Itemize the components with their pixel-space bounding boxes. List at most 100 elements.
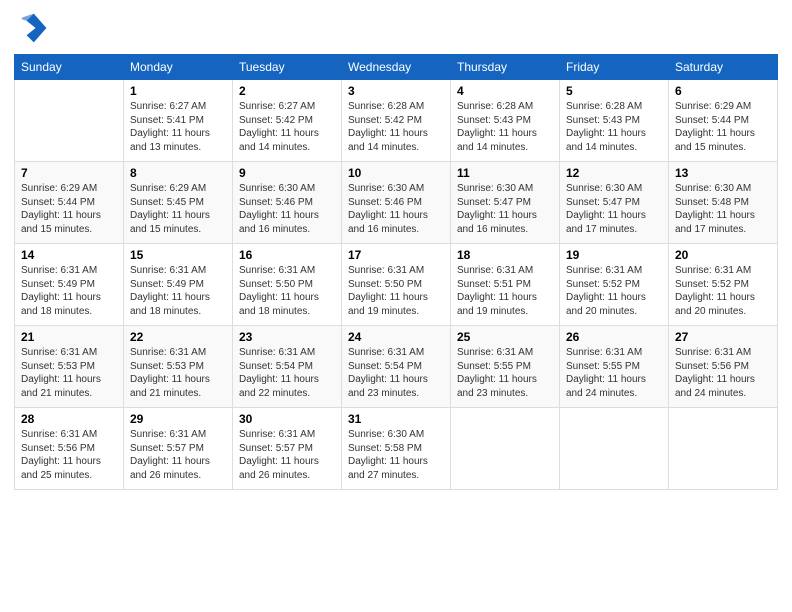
calendar-table: SundayMondayTuesdayWednesdayThursdayFrid… [14, 54, 778, 490]
cell-info: Sunrise: 6:30 AMSunset: 5:48 PMDaylight:… [675, 182, 771, 236]
day-number: 28 [21, 412, 117, 426]
cell-info: Sunrise: 6:31 AMSunset: 5:53 PMDaylight:… [21, 346, 117, 400]
cell-info: Sunrise: 6:31 AMSunset: 5:57 PMDaylight:… [239, 428, 335, 482]
calendar-row: 14 Sunrise: 6:31 AMSunset: 5:49 PMDayligh… [15, 244, 778, 326]
calendar-cell: 30 Sunrise: 6:31 AMSunset: 5:57 PMDayligh… [233, 408, 342, 490]
cell-info: Sunrise: 6:29 AMSunset: 5:44 PMDaylight:… [21, 182, 117, 236]
cell-info: Sunrise: 6:29 AMSunset: 5:45 PMDaylight:… [130, 182, 226, 236]
col-header-monday: Monday [124, 55, 233, 80]
header [14, 10, 778, 46]
day-number: 23 [239, 330, 335, 344]
day-number: 24 [348, 330, 444, 344]
calendar-cell [451, 408, 560, 490]
cell-info: Sunrise: 6:31 AMSunset: 5:50 PMDaylight:… [239, 264, 335, 318]
calendar-cell: 17Sunrise: 6:31 AMSunset: 5:50 PMDayligh… [342, 244, 451, 326]
day-number: 25 [457, 330, 553, 344]
cell-info: Sunrise: 6:30 AMSunset: 5:47 PMDaylight:… [566, 182, 662, 236]
col-header-saturday: Saturday [669, 55, 778, 80]
calendar-cell: 26 Sunrise: 6:31 AMSunset: 5:55 PMDayligh… [560, 326, 669, 408]
day-number: 5 [566, 84, 662, 98]
cell-info: Sunrise: 6:31 AMSunset: 5:49 PMDaylight:… [130, 264, 226, 318]
cell-info: Sunrise: 6:31 AMSunset: 5:57 PMDaylight:… [130, 428, 226, 482]
cell-info: Sunrise: 6:30 AMSunset: 5:47 PMDaylight:… [457, 182, 553, 236]
calendar-cell: 28 Sunrise: 6:31 AMSunset: 5:56 PMDayligh… [15, 408, 124, 490]
day-number: 8 [130, 166, 226, 180]
cell-info: Sunrise: 6:30 AMSunset: 5:58 PMDaylight:… [348, 428, 444, 482]
calendar-cell: 16 Sunrise: 6:31 AMSunset: 5:50 PMDayligh… [233, 244, 342, 326]
cell-info: Sunrise: 6:29 AMSunset: 5:44 PMDaylight:… [675, 100, 771, 154]
day-number: 4 [457, 84, 553, 98]
cell-info: Sunrise: 6:31 AMSunset: 5:53 PMDaylight:… [130, 346, 226, 400]
day-number: 31 [348, 412, 444, 426]
calendar-row: 21 Sunrise: 6:31 AMSunset: 5:53 PMDayligh… [15, 326, 778, 408]
day-number: 14 [21, 248, 117, 262]
day-number: 21 [21, 330, 117, 344]
day-number: 6 [675, 84, 771, 98]
cell-info: Sunrise: 6:30 AMSunset: 5:46 PMDaylight:… [239, 182, 335, 236]
cell-info: Sunrise: 6:28 AMSunset: 5:43 PMDaylight:… [457, 100, 553, 154]
calendar-cell: 3 Sunrise: 6:28 AMSunset: 5:42 PMDaylight… [342, 80, 451, 162]
header-row: SundayMondayTuesdayWednesdayThursdayFrid… [15, 55, 778, 80]
col-header-sunday: Sunday [15, 55, 124, 80]
calendar-cell: 20Sunrise: 6:31 AMSunset: 5:52 PMDayligh… [669, 244, 778, 326]
calendar-cell: 5Sunrise: 6:28 AMSunset: 5:43 PMDaylight… [560, 80, 669, 162]
day-number: 19 [566, 248, 662, 262]
page: SundayMondayTuesdayWednesdayThursdayFrid… [0, 0, 792, 612]
calendar-cell: 31 Sunrise: 6:30 AMSunset: 5:58 PMDayligh… [342, 408, 451, 490]
calendar-cell: 13 Sunrise: 6:30 AMSunset: 5:48 PMDayligh… [669, 162, 778, 244]
col-header-thursday: Thursday [451, 55, 560, 80]
day-number: 16 [239, 248, 335, 262]
cell-info: Sunrise: 6:28 AMSunset: 5:42 PMDaylight:… [348, 100, 444, 154]
cell-info: Sunrise: 6:31 AMSunset: 5:55 PMDaylight:… [457, 346, 553, 400]
cell-info: Sunrise: 6:31 AMSunset: 5:50 PMDaylight:… [348, 264, 444, 318]
calendar-cell: 4 Sunrise: 6:28 AMSunset: 5:43 PMDaylight… [451, 80, 560, 162]
calendar-cell: 25 Sunrise: 6:31 AMSunset: 5:55 PMDayligh… [451, 326, 560, 408]
cell-info: Sunrise: 6:31 AMSunset: 5:54 PMDaylight:… [239, 346, 335, 400]
cell-info: Sunrise: 6:31 AMSunset: 5:55 PMDaylight:… [566, 346, 662, 400]
day-number: 10 [348, 166, 444, 180]
day-number: 20 [675, 248, 771, 262]
cell-info: Sunrise: 6:27 AMSunset: 5:42 PMDaylight:… [239, 100, 335, 154]
col-header-wednesday: Wednesday [342, 55, 451, 80]
cell-info: Sunrise: 6:31 AMSunset: 5:49 PMDaylight:… [21, 264, 117, 318]
day-number: 9 [239, 166, 335, 180]
day-number: 30 [239, 412, 335, 426]
calendar-cell: 1Sunrise: 6:27 AMSunset: 5:41 PMDaylight… [124, 80, 233, 162]
calendar-cell: 11Sunrise: 6:30 AMSunset: 5:47 PMDayligh… [451, 162, 560, 244]
calendar-cell: 7Sunrise: 6:29 AMSunset: 5:44 PMDaylight… [15, 162, 124, 244]
calendar-cell: 2 Sunrise: 6:27 AMSunset: 5:42 PMDaylight… [233, 80, 342, 162]
calendar-row: 28 Sunrise: 6:31 AMSunset: 5:56 PMDayligh… [15, 408, 778, 490]
logo [14, 10, 54, 46]
calendar-cell: 9 Sunrise: 6:30 AMSunset: 5:46 PMDaylight… [233, 162, 342, 244]
day-number: 3 [348, 84, 444, 98]
calendar-cell [560, 408, 669, 490]
day-number: 27 [675, 330, 771, 344]
calendar-row: 7Sunrise: 6:29 AMSunset: 5:44 PMDaylight… [15, 162, 778, 244]
calendar-cell: 24 Sunrise: 6:31 AMSunset: 5:54 PMDayligh… [342, 326, 451, 408]
calendar-cell: 15 Sunrise: 6:31 AMSunset: 5:49 PMDayligh… [124, 244, 233, 326]
col-header-friday: Friday [560, 55, 669, 80]
day-number: 22 [130, 330, 226, 344]
day-number: 13 [675, 166, 771, 180]
calendar-cell [669, 408, 778, 490]
cell-info: Sunrise: 6:31 AMSunset: 5:51 PMDaylight:… [457, 264, 553, 318]
calendar-cell: 21 Sunrise: 6:31 AMSunset: 5:53 PMDayligh… [15, 326, 124, 408]
day-number: 2 [239, 84, 335, 98]
calendar-cell: 29 Sunrise: 6:31 AMSunset: 5:57 PMDayligh… [124, 408, 233, 490]
day-number: 15 [130, 248, 226, 262]
cell-info: Sunrise: 6:30 AMSunset: 5:46 PMDaylight:… [348, 182, 444, 236]
day-number: 29 [130, 412, 226, 426]
col-header-tuesday: Tuesday [233, 55, 342, 80]
calendar-cell: 18 Sunrise: 6:31 AMSunset: 5:51 PMDayligh… [451, 244, 560, 326]
day-number: 18 [457, 248, 553, 262]
cell-info: Sunrise: 6:27 AMSunset: 5:41 PMDaylight:… [130, 100, 226, 154]
calendar-cell: 14 Sunrise: 6:31 AMSunset: 5:49 PMDayligh… [15, 244, 124, 326]
calendar-cell [15, 80, 124, 162]
cell-info: Sunrise: 6:31 AMSunset: 5:56 PMDaylight:… [21, 428, 117, 482]
cell-info: Sunrise: 6:31 AMSunset: 5:54 PMDaylight:… [348, 346, 444, 400]
calendar-row: 1Sunrise: 6:27 AMSunset: 5:41 PMDaylight… [15, 80, 778, 162]
day-number: 26 [566, 330, 662, 344]
calendar-cell: 23 Sunrise: 6:31 AMSunset: 5:54 PMDayligh… [233, 326, 342, 408]
cell-info: Sunrise: 6:31 AMSunset: 5:56 PMDaylight:… [675, 346, 771, 400]
logo-icon [14, 10, 50, 46]
